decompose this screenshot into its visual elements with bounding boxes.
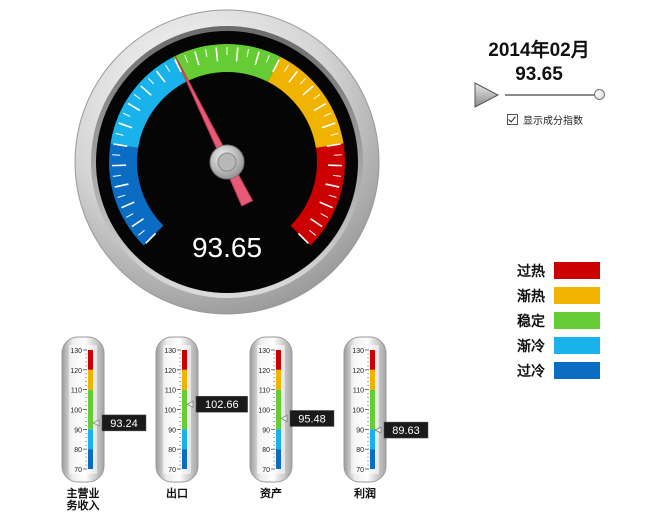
component-gauge-tick-label: 90: [74, 427, 82, 434]
play-triangle-icon[interactable]: [474, 82, 500, 108]
component-gauge-band-overcool: [182, 449, 187, 469]
timeline-slider-track[interactable]: [505, 94, 600, 96]
component-gauge-tick-label: 90: [168, 427, 176, 434]
component-gauge-tick-label: 90: [262, 427, 270, 434]
component-gauge-label: 利润: [354, 486, 376, 500]
component-gauge-band-cooling: [276, 429, 281, 450]
gauge-tick: [112, 154, 121, 156]
component-gauge-band-cooling: [370, 429, 375, 450]
legend-swatch: [554, 362, 600, 379]
component-gauge-tick-label: 70: [168, 467, 176, 474]
component-gauge-tick-label: 110: [71, 388, 82, 395]
component-gauge: 130 120 110 100 90 80 70 102.66 出口: [155, 336, 248, 500]
component-gauge-tick-label: 100: [70, 408, 82, 415]
component-gauge-tick-label: 120: [70, 368, 82, 375]
component-gauge-band-stable: [276, 389, 281, 430]
status-legend: 过热渐热稳定渐冷过冷: [500, 258, 600, 383]
component-gauge-tick-label: 70: [262, 467, 270, 474]
component-gauge-tick-label: 120: [352, 368, 364, 375]
component-gauge-label: 资产: [260, 486, 282, 500]
legend-item-overheat: 过热: [500, 258, 600, 283]
component-gauge-tick-label: 80: [356, 447, 364, 454]
legend-label: 过热: [517, 263, 545, 280]
component-gauge-band-overcool: [276, 449, 281, 469]
legend-label: 渐热: [517, 288, 545, 305]
legend-item-warming: 渐热: [500, 283, 600, 308]
component-gauge-tick-label: 70: [74, 467, 82, 474]
gauge-hub-center: [217, 152, 237, 172]
component-gauge-tick-label: 110: [353, 388, 364, 395]
legend-label: 过冷: [517, 363, 545, 380]
component-gauge-band-warming: [276, 369, 281, 390]
component-gauge-value: 93.24: [110, 418, 138, 430]
component-gauge-label: 主营业: [67, 486, 100, 500]
component-gauge-band-overheat: [370, 350, 375, 370]
legend-swatch: [554, 287, 600, 304]
period-display: 2014年02月 93.65: [470, 35, 608, 86]
component-gauge-tick-label: 130: [164, 348, 176, 355]
gauge-tick: [333, 154, 342, 156]
component-gauge: 130 120 110 100 90 80 70 95.48 资产: [249, 336, 335, 500]
component-gauge-band-warming: [182, 369, 187, 390]
show-component-index-checkbox[interactable]: [507, 114, 518, 125]
component-gauge-label: 出口: [166, 486, 188, 500]
play-button[interactable]: [474, 82, 500, 108]
component-gauge-tick-label: 120: [164, 368, 176, 375]
component-gauge-band-overcool: [370, 449, 375, 469]
legend-item-stable: 稳定: [500, 308, 600, 333]
component-gauge-tick-label: 100: [258, 408, 270, 415]
component-gauge-tick-label: 100: [352, 408, 364, 415]
component-gauge-band-overheat: [182, 350, 187, 370]
period-date-label: 2014年02月: [488, 40, 590, 61]
main-gauge: 93.65: [74, 9, 380, 315]
component-gauge-band-stable: [88, 389, 93, 430]
component-gauge-band-cooling: [88, 429, 93, 450]
component-gauge-tick-label: 130: [258, 348, 270, 355]
component-gauge-band-stable: [370, 389, 375, 430]
component-index-gauges: 130 120 110 100 90 80 70 93.24 主营业务收入 130 120 110 10…: [61, 336, 429, 512]
show-component-index-label: 显示成分指数: [523, 116, 583, 127]
component-gauge-tick-label: 130: [70, 348, 82, 355]
component-gauge-tick-label: 80: [74, 447, 82, 454]
show-component-index-toggle[interactable]: 显示成分指数: [507, 112, 583, 127]
component-gauge-value: 102.66: [205, 399, 239, 411]
component-gauge-band-overcool: [88, 449, 93, 469]
component-gauge-band-warming: [370, 369, 375, 390]
component-gauge-value: 95.48: [298, 413, 326, 425]
component-gauge-tick-label: 130: [352, 348, 364, 355]
component-gauge-tick-label: 110: [259, 388, 270, 395]
component-gauge-band-cooling: [182, 429, 187, 450]
legend-item-overcool: 过冷: [500, 358, 600, 383]
component-gauge-band-overheat: [276, 350, 281, 370]
component-gauge-band-warming: [88, 369, 93, 390]
legend-label: 渐冷: [517, 338, 545, 355]
legend-item-cooling: 渐冷: [500, 333, 600, 358]
legend-swatch: [554, 262, 600, 279]
component-gauge-tick-label: 70: [356, 467, 364, 474]
component-gauge-label: 务收入: [67, 498, 100, 512]
timeline-slider-knob[interactable]: [594, 89, 605, 100]
component-gauge-tick-label: 90: [356, 427, 364, 434]
component-gauge-band-stable: [182, 389, 187, 430]
component-gauge-tick-label: 100: [164, 408, 176, 415]
component-gauge: 130 120 110 100 90 80 70 89.63 利润: [343, 336, 429, 500]
component-gauge-tick-label: 120: [258, 368, 270, 375]
gauge-value-readout: 93.65: [192, 232, 262, 263]
legend-label: 稳定: [517, 313, 545, 330]
component-gauge-band-overheat: [88, 350, 93, 370]
period-index-value: 93.65: [515, 64, 563, 85]
component-gauge-tick-label: 80: [168, 447, 176, 454]
legend-swatch: [554, 337, 600, 354]
component-gauge-value: 89.63: [392, 425, 420, 437]
component-gauge: 130 120 110 100 90 80 70 93.24 主营业务收入: [61, 336, 147, 512]
legend-swatch: [554, 312, 600, 329]
component-gauge-tick-label: 80: [262, 447, 270, 454]
component-gauge-tick-label: 110: [165, 388, 176, 395]
